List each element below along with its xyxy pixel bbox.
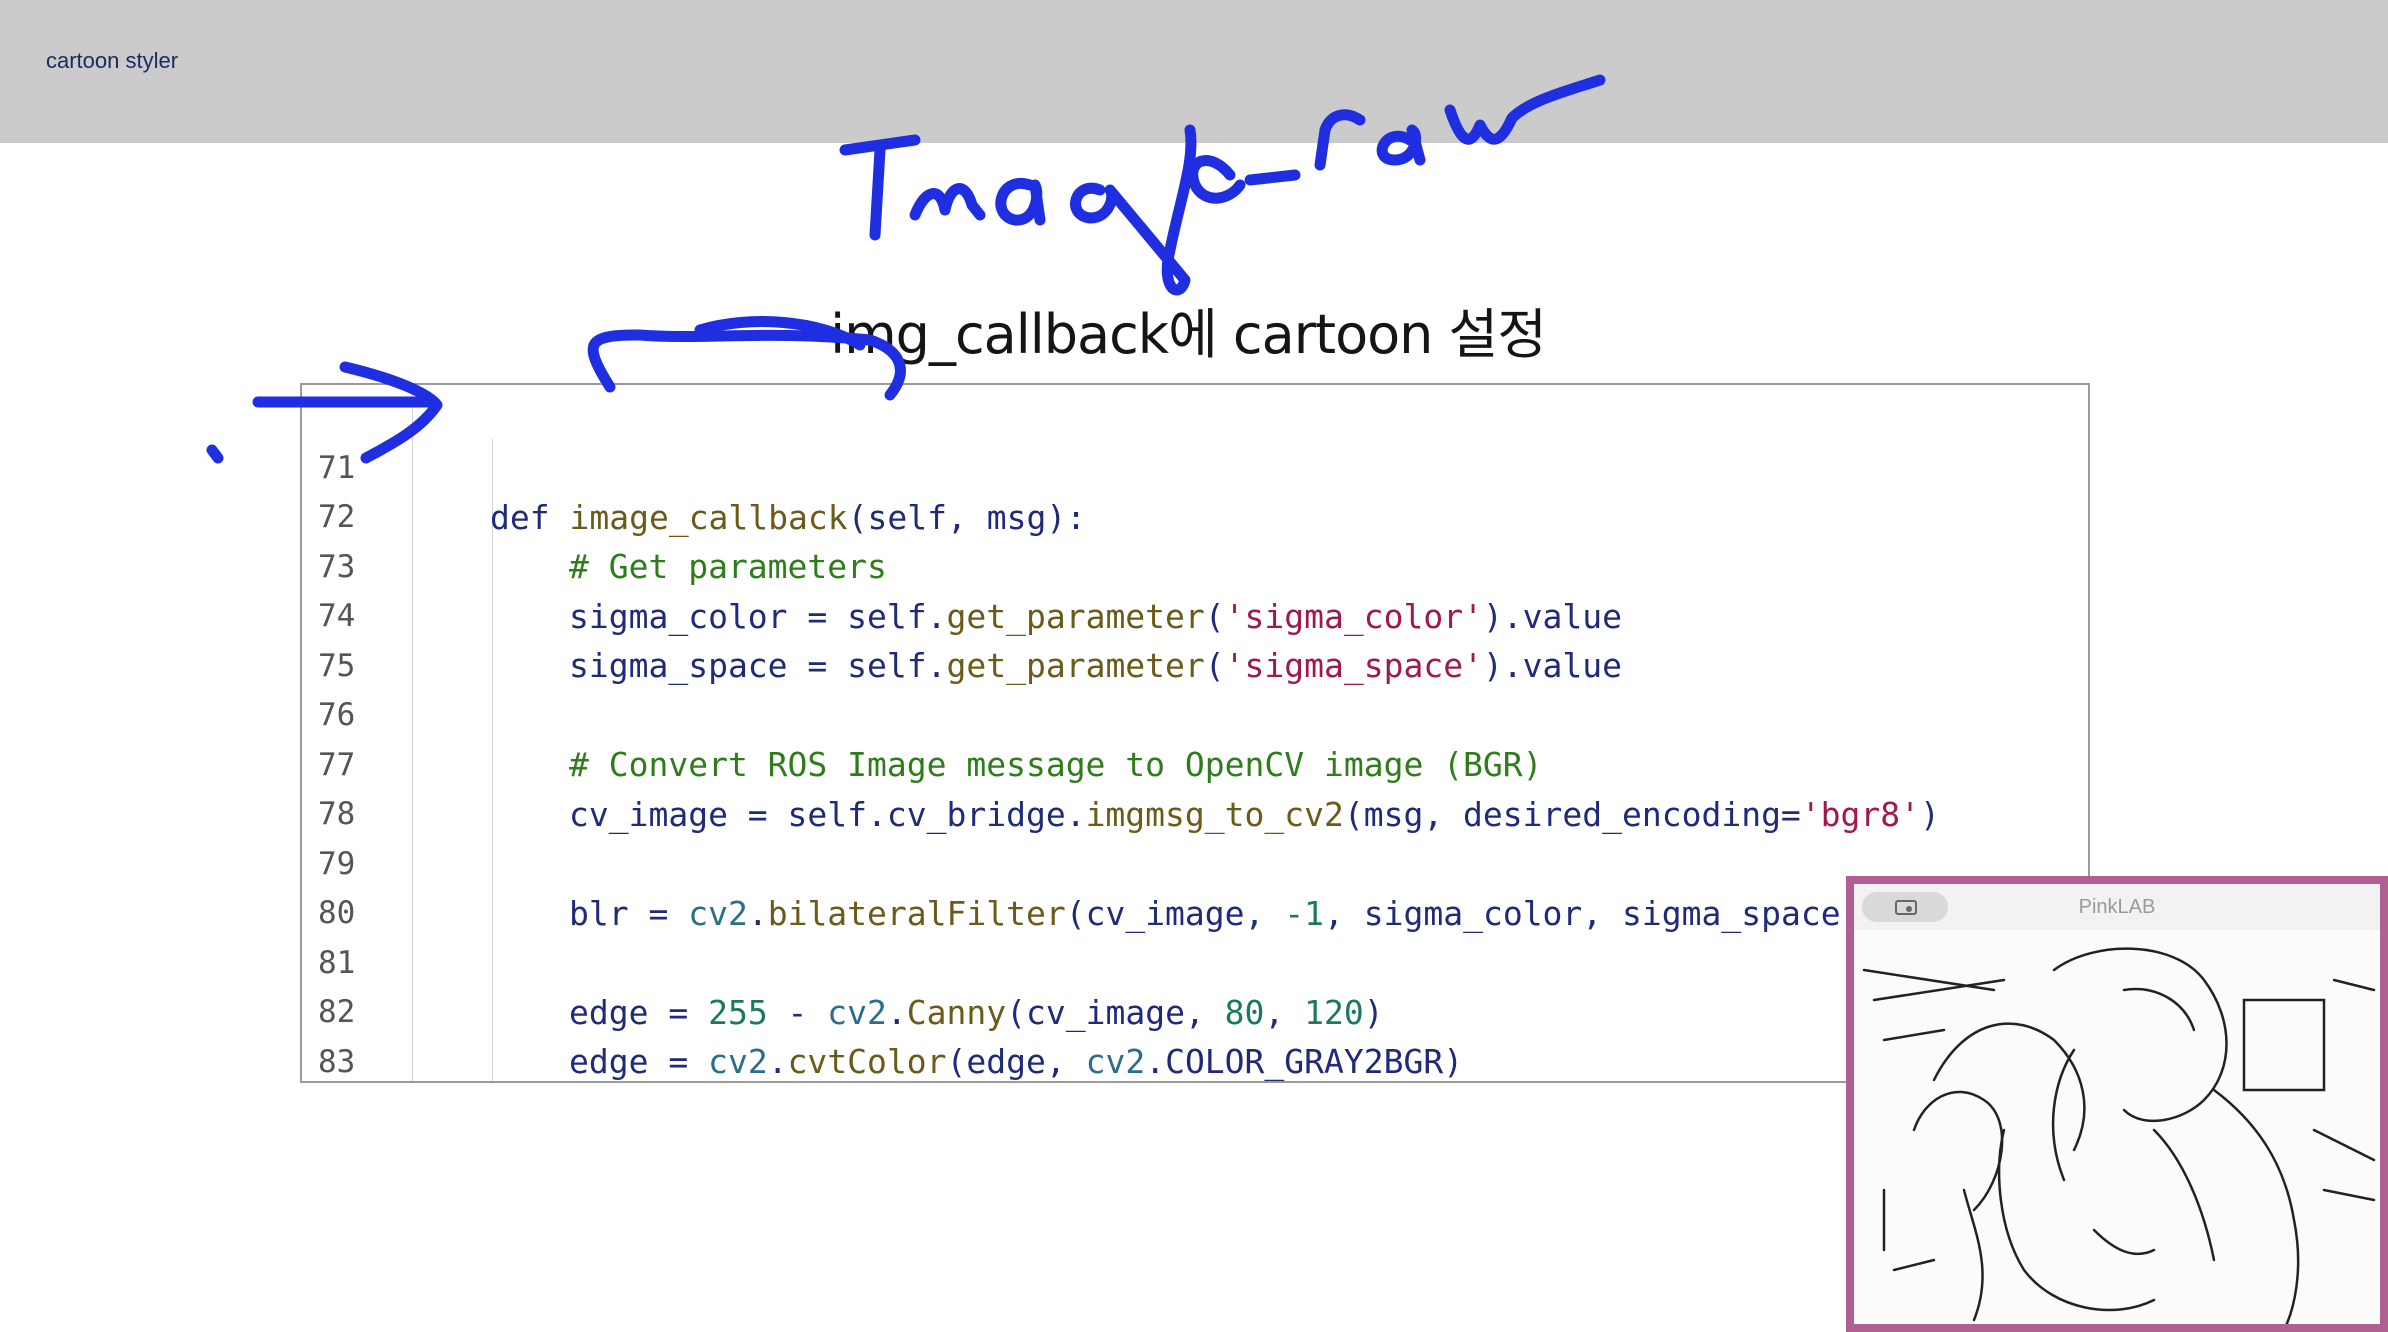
code-line: 76 # Convert ROS Image message to OpenCV…	[302, 640, 2088, 784]
top-bar: cartoon styler	[0, 0, 2388, 143]
code-line: 77 cv_image = self.cv_bridge.imgmsg_to_c…	[302, 690, 2088, 834]
webcam-titlebar: PinkLAB	[1854, 884, 2380, 931]
cartoon-camera-feed	[1854, 930, 2380, 1324]
code-line: 83	[302, 987, 2088, 1080]
webcam-title: PinkLAB	[2078, 896, 2156, 918]
code-line: 80	[302, 838, 2088, 931]
window-title: cartoon styler	[46, 48, 179, 73]
code-line: 79 blr = cv2.bilateralFilter(cv_image, -…	[302, 789, 2088, 933]
code-line: 73 sigma_color = self.get_parameter('sig…	[302, 492, 2088, 636]
code-block: 71 def image_callback(self, msg): 72 # G…	[300, 383, 2090, 1083]
code-line: 81 edge = 255 - cv2.Canny(cv_image, 80, …	[302, 888, 2088, 1032]
code-line: 82 edge = cv2.cvtColor(edge, cv2.COLOR_G…	[302, 937, 2088, 1081]
code-line: 75	[302, 591, 2088, 684]
code-line: 84 cartoon_image = cv2.bitwise_and(blr, …	[302, 1036, 2088, 1081]
code-line: 72 # Get parameters	[302, 442, 2088, 586]
slide-title: img_callback에 cartoon 설정	[830, 303, 1547, 366]
code-line: 74 sigma_space = self.get_parameter('sig…	[302, 541, 2088, 685]
webcam-overlay: PinkLAB	[1846, 876, 2388, 1332]
code-line: 78	[302, 739, 2088, 832]
code-line: 71 def image_callback(self, msg):	[302, 393, 2088, 537]
